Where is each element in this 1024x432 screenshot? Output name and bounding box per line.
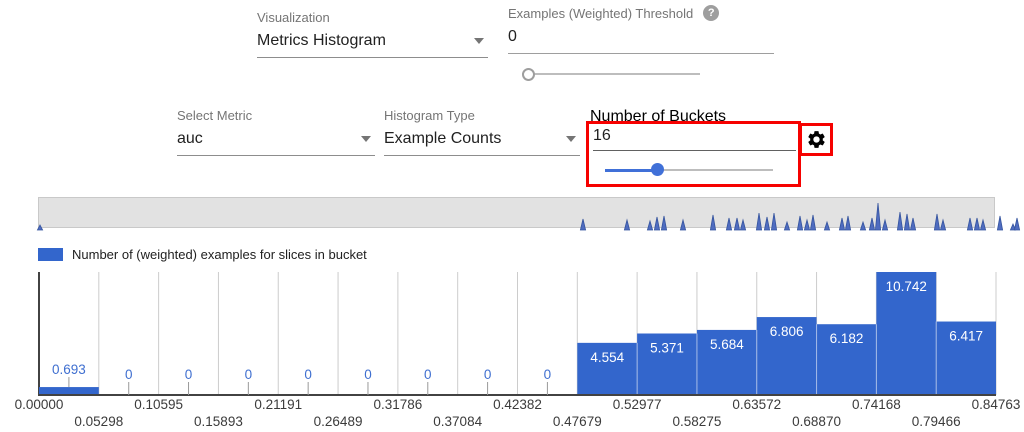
svg-text:0: 0 [484,367,492,382]
threshold-field: Examples (Weighted) Threshold ? 0 [508,5,774,81]
svg-text:6.182: 6.182 [830,331,864,346]
select-metric-label: Select Metric [177,108,375,123]
metrics-histogram-chart[interactable]: 0.693 0 0 0 0 0 0 0 0 4.554 5.371 5.684 6.806 6.182 10… [0,270,1024,432]
svg-text:0.26489: 0.26489 [314,414,363,429]
svg-text:0: 0 [544,367,552,382]
threshold-input[interactable]: 0 [508,26,774,54]
help-icon[interactable]: ? [703,5,719,21]
svg-text:0.693: 0.693 [52,362,86,377]
buckets-value: 16 [593,125,611,147]
svg-text:0.37084: 0.37084 [433,414,482,429]
svg-text:0: 0 [185,367,193,382]
svg-text:0.31786: 0.31786 [373,397,422,412]
threshold-label: Examples (Weighted) Threshold [508,6,693,21]
histogram-type-label: Histogram Type [384,108,580,123]
histogram-type-select[interactable]: Histogram Type Example Counts [384,108,580,156]
chevron-down-icon [361,136,371,142]
svg-text:5.371: 5.371 [650,341,684,356]
threshold-slider-thumb[interactable] [522,68,535,81]
chart-legend: Number of (weighted) examples for slices… [38,247,367,262]
svg-text:10.742: 10.742 [886,279,927,294]
svg-text:4.554: 4.554 [590,350,624,365]
legend-color-swatch [38,248,63,261]
chevron-down-icon [566,136,576,142]
svg-text:0: 0 [424,367,432,382]
buckets-slider[interactable] [605,163,773,177]
chevron-down-icon [474,38,484,44]
svg-text:0: 0 [245,367,253,382]
select-metric-value: auc [177,128,203,150]
buckets-slider-fill [605,169,657,172]
threshold-value: 0 [508,26,517,48]
svg-text:0: 0 [304,367,312,382]
svg-text:0.63572: 0.63572 [732,397,781,412]
svg-text:0.52977: 0.52977 [613,397,662,412]
histogram-type-value: Example Counts [384,128,501,150]
svg-text:0.47679: 0.47679 [553,414,602,429]
select-metric-select[interactable]: Select Metric auc [177,108,375,156]
svg-text:0.58275: 0.58275 [673,414,722,429]
svg-text:6.417: 6.417 [949,329,983,344]
threshold-slider-track[interactable] [522,73,700,75]
svg-text:5.684: 5.684 [710,337,744,352]
visualization-label: Visualization [257,10,488,25]
svg-text:0.84763: 0.84763 [972,397,1021,412]
svg-text:0.21191: 0.21191 [254,397,302,412]
gear-icon[interactable] [806,129,827,150]
visualization-select[interactable]: Visualization Metrics Histogram [257,10,488,58]
svg-text:6.806: 6.806 [770,324,804,339]
visualization-value-row[interactable]: Metrics Histogram [257,30,488,58]
svg-text:0: 0 [364,367,372,382]
settings-highlight-box [799,123,833,156]
buckets-slider-thumb[interactable] [651,163,664,176]
visualization-value: Metrics Histogram [257,30,386,52]
metrics-histogram-app: Visualization Metrics Histogram Examples… [0,0,1024,432]
select-metric-value-row[interactable]: auc [177,128,375,156]
svg-text:0.15893: 0.15893 [194,414,243,429]
buckets-input[interactable]: 16 [593,125,796,151]
histogram-type-value-row[interactable]: Example Counts [384,128,580,156]
svg-text:0.05298: 0.05298 [74,414,123,429]
legend-label: Number of (weighted) examples for slices… [72,247,367,262]
buckets-highlight-box: 16 [586,121,801,187]
svg-text:0.00000: 0.00000 [15,397,64,412]
svg-text:0: 0 [125,367,133,382]
svg-text:0.74168: 0.74168 [852,397,901,412]
threshold-slider[interactable] [522,67,700,81]
svg-text:0.10595: 0.10595 [134,397,183,412]
histogram-overview-strip[interactable] [38,197,995,228]
svg-text:0.79466: 0.79466 [912,414,961,429]
svg-text:0.68870: 0.68870 [792,414,841,429]
svg-text:0.42382: 0.42382 [493,397,542,412]
